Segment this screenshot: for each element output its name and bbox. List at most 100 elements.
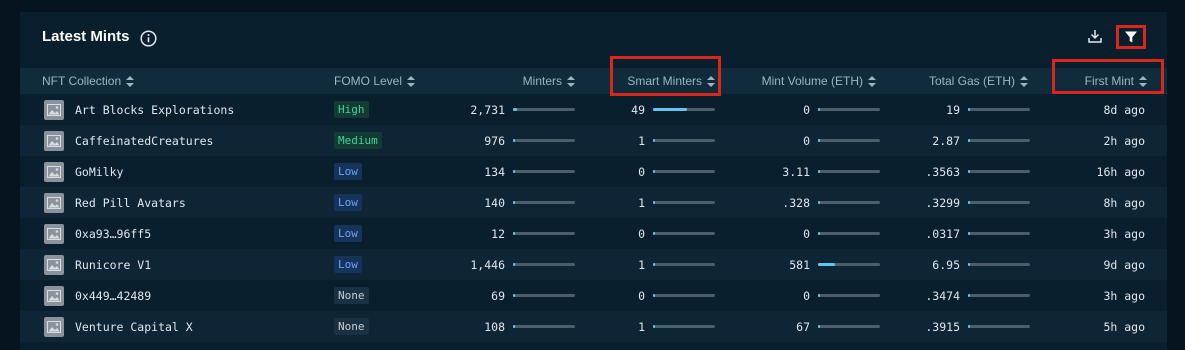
table-body: Art Blocks Explorations High 2,731 49 0 … xyxy=(20,94,1167,342)
first-mint-value: 9d ago xyxy=(1103,257,1145,272)
sort-icon xyxy=(407,75,416,87)
column-header-nft-collection[interactable]: NFT Collection xyxy=(20,68,310,94)
latest-mints-panel: Latest Mints NFT Collection FOMO Level M… xyxy=(0,0,1185,350)
collection-name[interactable]: CaffeinatedCreatures xyxy=(75,134,213,148)
download-icon[interactable] xyxy=(1087,28,1103,44)
image-placeholder-icon xyxy=(44,192,64,213)
sort-icon xyxy=(567,75,575,87)
column-header-mint-volume[interactable]: Mint Volume (ETH) xyxy=(715,68,880,94)
first-mint-value: 2h ago xyxy=(1103,133,1145,148)
column-header-total-gas[interactable]: Total Gas (ETH) xyxy=(880,68,1030,94)
value-bar-fill xyxy=(653,325,656,328)
first-mint-value: 5h ago xyxy=(1103,319,1145,334)
table-row[interactable]: GoMilky Low 134 0 3.11 .3563 16h ago xyxy=(20,156,1167,187)
value-bar xyxy=(818,170,880,173)
value-bar-fill xyxy=(513,263,516,266)
value-bar xyxy=(818,201,880,204)
value-bar xyxy=(513,232,575,235)
collection-name[interactable]: Venture Capital X xyxy=(75,320,193,334)
value-bar-fill xyxy=(818,108,821,111)
first-mint-value: 3h ago xyxy=(1103,288,1145,303)
image-placeholder-icon xyxy=(44,99,64,120)
value-bar xyxy=(968,325,1030,328)
value-bar-fill xyxy=(968,263,971,266)
value-bar xyxy=(968,108,1030,111)
value-bar-fill xyxy=(653,201,656,204)
value-bar-fill xyxy=(513,201,516,204)
value-bar xyxy=(653,232,715,235)
value-bar-fill xyxy=(968,139,971,142)
fomo-badge: None xyxy=(334,318,369,335)
value-bar xyxy=(513,201,575,204)
collection-name[interactable]: 0x449…42489 xyxy=(75,289,151,303)
value-bar xyxy=(818,108,880,111)
collection-name[interactable]: GoMilky xyxy=(75,165,123,179)
value-bar xyxy=(513,170,575,173)
value-bar xyxy=(653,294,715,297)
table-row[interactable]: 0x449…42489 None 69 0 0 .3474 3h ago xyxy=(20,280,1167,311)
column-header-first-mint[interactable]: First Mint xyxy=(1030,59,1167,94)
sort-icon xyxy=(126,75,135,87)
image-placeholder-icon xyxy=(44,223,64,244)
value-bar-fill xyxy=(653,263,656,266)
card-title: Latest Mints xyxy=(42,28,130,45)
value-bar xyxy=(818,139,880,142)
collection-name[interactable]: Runicore V1 xyxy=(75,258,151,272)
column-header-fomo-level[interactable]: FOMO Level xyxy=(310,68,420,94)
fomo-badge: Low xyxy=(334,163,362,180)
value-bar-fill xyxy=(818,170,821,173)
value-bar-fill xyxy=(968,170,971,173)
value-bar-fill xyxy=(513,294,516,297)
mints-table: NFT Collection FOMO Level Minters Smart … xyxy=(20,56,1167,342)
value-bar xyxy=(653,170,715,173)
value-bar xyxy=(968,170,1030,173)
value-bar-fill xyxy=(968,294,971,297)
value-bar xyxy=(968,263,1030,266)
value-bar-fill xyxy=(818,201,821,204)
filter-icon xyxy=(1125,31,1137,43)
first-mint-value: 8h ago xyxy=(1103,195,1145,210)
value-bar-fill xyxy=(653,139,656,142)
value-bar xyxy=(513,263,575,266)
value-bar xyxy=(513,139,575,142)
value-bar-fill xyxy=(513,325,516,328)
table-header-row: NFT Collection FOMO Level Minters Smart … xyxy=(20,56,1167,96)
table-row[interactable]: 0xa93…96ff5 Low 12 0 0 .0317 3h ago xyxy=(20,218,1167,249)
info-icon[interactable] xyxy=(140,30,157,47)
value-bar xyxy=(653,108,715,111)
fomo-badge: None xyxy=(334,287,369,304)
value-bar xyxy=(818,263,880,266)
collection-name[interactable]: Art Blocks Explorations xyxy=(75,103,234,117)
value-bar-fill xyxy=(513,170,516,173)
value-bar xyxy=(653,325,715,328)
collection-name[interactable]: Red Pill Avatars xyxy=(75,196,186,210)
value-bar-fill xyxy=(653,108,688,111)
value-bar-fill xyxy=(968,201,971,204)
fomo-badge: Medium xyxy=(334,132,382,149)
value-bar-fill xyxy=(513,139,516,142)
fomo-badge: Low xyxy=(334,225,362,242)
value-bar-fill xyxy=(653,232,656,235)
filter-button[interactable] xyxy=(1116,25,1146,49)
collection-name[interactable]: 0xa93…96ff5 xyxy=(75,227,151,241)
value-bar xyxy=(818,232,880,235)
fomo-badge: Low xyxy=(334,256,362,273)
value-bar-fill xyxy=(653,294,656,297)
table-row[interactable]: Venture Capital X None 108 1 67 .3915 5h… xyxy=(20,311,1167,342)
image-placeholder-icon xyxy=(44,130,64,151)
value-bar xyxy=(818,325,880,328)
image-placeholder-icon xyxy=(44,285,64,306)
value-bar xyxy=(653,263,715,266)
column-header-minters[interactable]: Minters xyxy=(420,68,575,94)
table-row[interactable]: Red Pill Avatars Low 140 1 .328 .3299 8h… xyxy=(20,187,1167,218)
value-bar-fill xyxy=(968,232,971,235)
first-mint-value: 16h ago xyxy=(1096,164,1145,179)
image-placeholder-icon xyxy=(44,316,64,337)
column-header-smart-minters[interactable]: Smart Minters xyxy=(575,56,721,96)
value-bar xyxy=(653,139,715,142)
table-row[interactable]: CaffeinatedCreatures Medium 976 1 0 2.87… xyxy=(20,125,1167,156)
table-row[interactable]: Runicore V1 Low 1,446 1 581 6.95 9d ago xyxy=(20,249,1167,280)
value-bar xyxy=(513,325,575,328)
table-row[interactable]: Art Blocks Explorations High 2,731 49 0 … xyxy=(20,94,1167,125)
value-bar-fill xyxy=(513,232,516,235)
